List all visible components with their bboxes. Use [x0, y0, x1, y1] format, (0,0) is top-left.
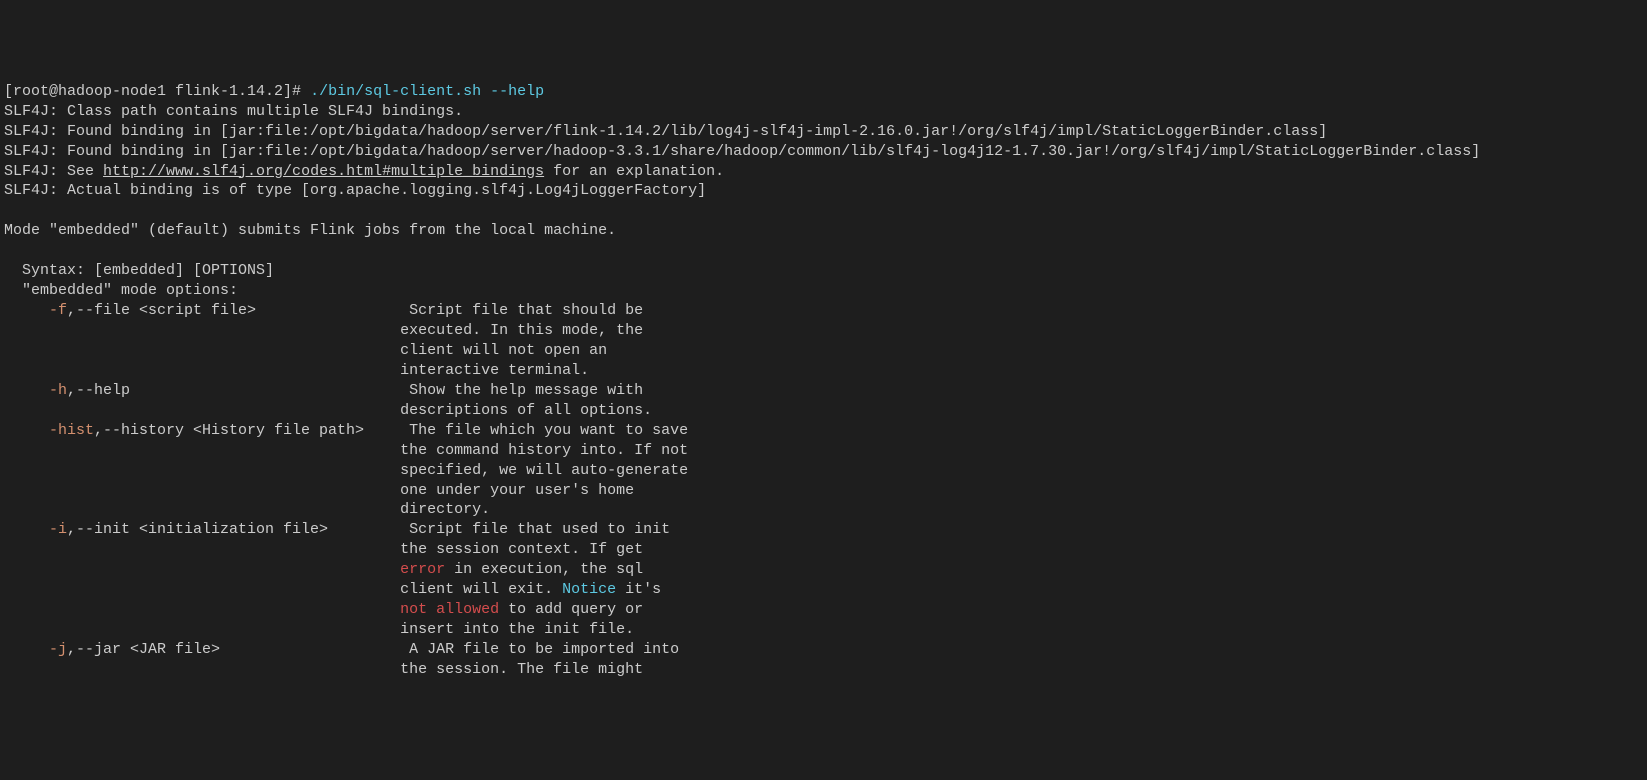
option-flag: -hist: [4, 422, 94, 439]
option-desc: ,--history <History file path> The file …: [94, 422, 688, 439]
option-desc: one under your user's home: [4, 481, 1643, 501]
slf4j-line: SLF4J: Class path contains multiple SLF4…: [4, 102, 1643, 122]
option-desc: error in execution, the sql: [4, 560, 1643, 580]
option-desc: not allowed to add query or: [4, 600, 1643, 620]
option-desc: directory.: [4, 500, 1643, 520]
slf4j-line: SLF4J: See http://www.slf4j.org/codes.ht…: [4, 162, 1643, 182]
slf4j-link: http://www.slf4j.org/codes.html#multiple…: [103, 163, 544, 180]
syntax-line: Syntax: [embedded] [OPTIONS]: [4, 261, 1643, 281]
option-desc: the command history into. If not: [4, 441, 1643, 461]
blank-line: [4, 201, 1643, 221]
option-desc: insert into the init file.: [4, 620, 1643, 640]
option-desc: the session context. If get: [4, 540, 1643, 560]
option-line: -i,--init <initialization file> Script f…: [4, 520, 1643, 540]
not-allowed-text: not allowed: [400, 601, 499, 618]
notice-text: Notice: [562, 581, 616, 598]
text: [4, 601, 400, 618]
option-flag: -h: [4, 382, 67, 399]
slf4j-line: SLF4J: Found binding in [jar:file:/opt/b…: [4, 142, 1643, 162]
shell-prompt: [root@hadoop-node1 flink-1.14.2]#: [4, 83, 310, 100]
option-line: -f,--file <script file> Script file that…: [4, 301, 1643, 321]
option-desc: ,--file <script file> Script file that s…: [67, 302, 643, 319]
slf4j-text: SLF4J: See: [4, 163, 103, 180]
option-desc: client will not open an: [4, 341, 1643, 361]
command-text: ./bin/sql-client.sh --help: [310, 83, 544, 100]
option-desc: ,--jar <JAR file> A JAR file to be impor…: [67, 641, 679, 658]
option-desc: interactive terminal.: [4, 361, 1643, 381]
slf4j-line: SLF4J: Actual binding is of type [org.ap…: [4, 181, 1643, 201]
option-line: -h,--help Show the help message with: [4, 381, 1643, 401]
slf4j-text: for an explanation.: [544, 163, 724, 180]
options-header: "embedded" mode options:: [4, 281, 1643, 301]
text: client will exit.: [4, 581, 562, 598]
option-desc: ,--help Show the help message with: [67, 382, 643, 399]
slf4j-line: SLF4J: Found binding in [jar:file:/opt/b…: [4, 122, 1643, 142]
option-line: -hist,--history <History file path> The …: [4, 421, 1643, 441]
option-desc: executed. In this mode, the: [4, 321, 1643, 341]
text: it's: [616, 581, 661, 598]
prompt-line: [root@hadoop-node1 flink-1.14.2]# ./bin/…: [4, 82, 1643, 102]
option-flag: -j: [4, 641, 67, 658]
text: in execution, the sql: [445, 561, 643, 578]
text: [4, 561, 400, 578]
blank-line: [4, 241, 1643, 261]
option-flag: -f: [4, 302, 67, 319]
option-desc: the session. The file might: [4, 660, 1643, 680]
mode-desc: Mode "embedded" (default) submits Flink …: [4, 221, 1643, 241]
option-desc: specified, we will auto-generate: [4, 461, 1643, 481]
error-text: error: [400, 561, 445, 578]
option-desc: ,--init <initialization file> Script fil…: [67, 521, 670, 538]
option-desc: descriptions of all options.: [4, 401, 1643, 421]
option-line: -j,--jar <JAR file> A JAR file to be imp…: [4, 640, 1643, 660]
text: to add query or: [499, 601, 643, 618]
terminal-output[interactable]: [root@hadoop-node1 flink-1.14.2]# ./bin/…: [4, 82, 1643, 680]
option-flag: -i: [4, 521, 67, 538]
option-desc: client will exit. Notice it's: [4, 580, 1643, 600]
